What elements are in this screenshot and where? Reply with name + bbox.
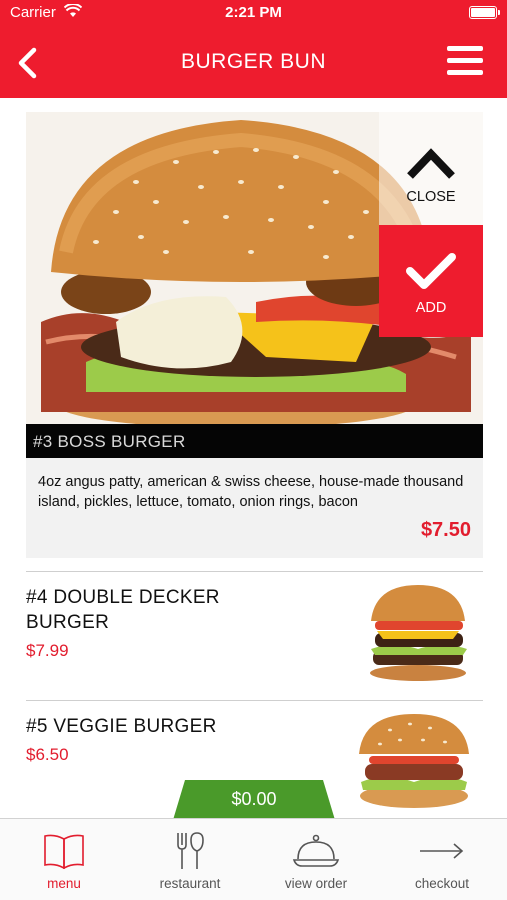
cloche-icon (292, 834, 340, 867)
menu-item[interactable]: #4 DOUBLE DECKER BURGER $7.99 (26, 585, 483, 695)
featured-burger-photo: CLOSE ADD (26, 112, 483, 424)
featured-item-card: CLOSE ADD #3 BOSS BURGER 4oz angus patty… (26, 112, 483, 558)
menu-item-name: #5 VEGGIE BURGER (26, 716, 217, 737)
nav-bar: BURGER BUN (0, 26, 507, 98)
tab-label: restaurant (159, 876, 221, 891)
add-button[interactable]: ADD (379, 225, 483, 337)
cart-total-tab[interactable]: $0.00 (173, 780, 335, 820)
featured-item-description: 4oz angus patty, american & swiss cheese… (38, 474, 464, 510)
hamburger-menu-icon[interactable] (447, 46, 483, 76)
book-icon (44, 834, 84, 869)
cart-total: $0.00 (231, 789, 277, 809)
tab-bar: menu restaurant view order checkout (0, 818, 507, 900)
featured-item-price: $7.50 (420, 519, 471, 541)
tab-label: menu (47, 876, 81, 891)
clock: 2:21 PM (225, 4, 282, 21)
tab-checkout[interactable]: checkout (379, 829, 505, 891)
chevron-up-icon (407, 148, 455, 179)
add-label: ADD (415, 300, 447, 316)
page-title: BURGER BUN (180, 50, 327, 73)
arrow-right-icon (420, 843, 464, 859)
close-label: CLOSE (406, 189, 456, 205)
status-bar: Carrier 2:21 PM (0, 0, 507, 26)
tab-view-order[interactable]: view order (253, 829, 379, 891)
tab-label: view order (284, 876, 348, 891)
featured-item-name: #3 BOSS BURGER (26, 424, 483, 458)
fork-knife-icon (177, 832, 204, 869)
menu-item-name: #4 DOUBLE DECKER BURGER (26, 587, 220, 633)
tab-restaurant[interactable]: restaurant (127, 829, 253, 891)
double-burger-thumbnail (370, 585, 467, 681)
checkmark-icon (406, 253, 456, 289)
tab-label: checkout (414, 876, 470, 891)
close-button[interactable]: CLOSE (379, 112, 483, 225)
battery-icon (469, 6, 500, 19)
divider (26, 571, 483, 572)
veggie-burger-thumbnail (359, 714, 469, 808)
tab-menu[interactable]: menu (1, 829, 127, 891)
divider (26, 700, 483, 701)
